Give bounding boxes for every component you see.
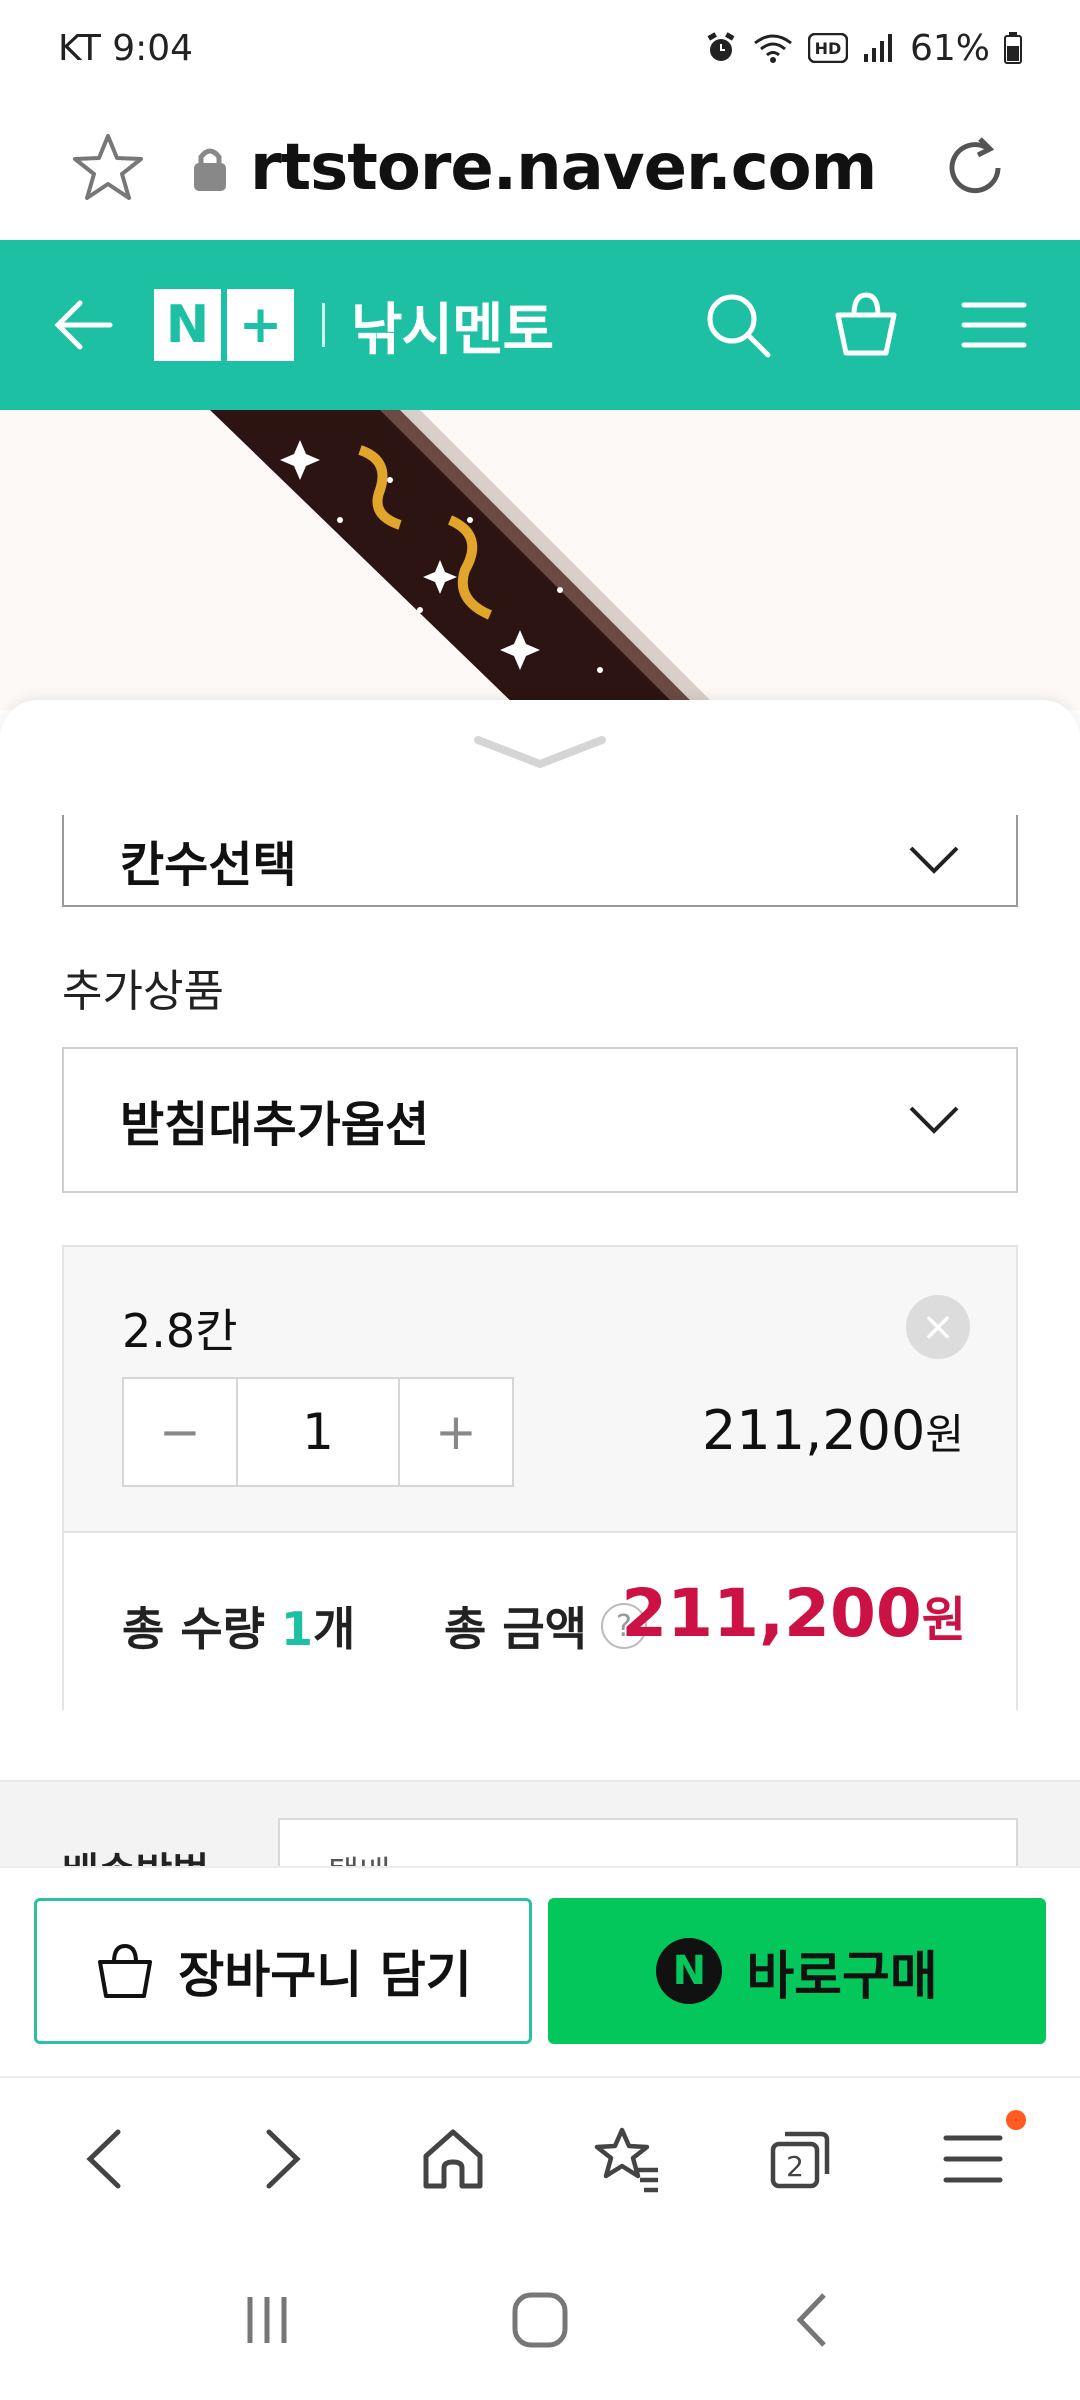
total-amount-label: 총 금액: [444, 1602, 587, 1656]
remove-option-button[interactable]: ×: [906, 1295, 970, 1359]
hamburger-menu-icon: [943, 2135, 1003, 2183]
tabs-icon: 2: [770, 2131, 830, 2189]
addon-section-label: 추가상품: [62, 966, 224, 1017]
quantity-input[interactable]: 1: [238, 1379, 400, 1485]
selected-option-row: 2.8칸 × − 1 + 211,200원: [64, 1247, 1016, 1533]
purchase-action-bar: 장바구니 담기 N 바로구매: [0, 1866, 1080, 2078]
status-bar: KT 9:04 HD 61%: [0, 0, 1080, 96]
search-icon[interactable]: [702, 289, 774, 361]
back-arrow-icon[interactable]: [50, 293, 114, 357]
logo-plus: +: [227, 289, 294, 361]
quantity-increase-button[interactable]: +: [400, 1379, 512, 1485]
buy-now-label: 바로구매: [746, 1946, 938, 2007]
chevron-right-icon: [266, 2129, 301, 2189]
total-amount: 211,200원: [621, 1575, 966, 1652]
shopping-bag-icon: [98, 1943, 153, 1998]
browser-menu-button[interactable]: [928, 2110, 1027, 2204]
total-quantity: 총 수량 1개: [122, 1593, 355, 1659]
totals-row: 총 수량 1개 총 금액 ? 211,200원: [64, 1533, 1016, 1710]
svg-text:2: 2: [786, 2150, 804, 2183]
sheet-collapse-chevron-icon[interactable]: [470, 730, 610, 774]
reload-icon[interactable]: [940, 133, 1010, 203]
menu-icon[interactable]: [958, 289, 1030, 361]
option-price-value: 211,200: [702, 1399, 926, 1462]
notification-dot: [1006, 2110, 1027, 2130]
option-select-label: 칸수선택: [120, 837, 297, 893]
fishing-rod-image: [210, 410, 720, 710]
chevron-down-icon: [909, 1106, 959, 1134]
quantity-decrease-button[interactable]: −: [124, 1379, 238, 1485]
total-amount-label-group: 총 금액 ?: [444, 1593, 647, 1659]
logo-n: N: [154, 289, 221, 361]
store-header: N + 낚시멘토: [0, 240, 1080, 410]
cart-bag-icon[interactable]: [830, 289, 902, 361]
add-to-cart-label: 장바구니 담기: [178, 1946, 472, 2004]
header-divider: [322, 303, 325, 347]
chevron-down-icon: [909, 846, 959, 874]
shipping-method-select[interactable]: 택배: [278, 1818, 1018, 1870]
browser-back-button[interactable]: [62, 2114, 152, 2204]
total-quantity-label: 총 수량: [122, 1602, 265, 1656]
add-to-cart-button[interactable]: 장바구니 담기: [34, 1898, 532, 2044]
alarm-icon: [707, 32, 735, 61]
total-amount-value: 211,200: [621, 1575, 922, 1652]
browser-toolbar: 2: [0, 2078, 1080, 2240]
browser-bookmarks-button[interactable]: [582, 2114, 672, 2204]
browser-forward-button[interactable]: [235, 2114, 325, 2204]
total-quantity-value: 1: [281, 1602, 314, 1656]
option-price-unit: 원: [925, 1410, 964, 1459]
purchase-option-sheet: 칸수선택 추가상품 받침대추가옵션 2.8칸 × − 1 + 211,200원 …: [0, 700, 1080, 1870]
quantity-stepper: − 1 +: [122, 1377, 514, 1487]
bookmark-star-icon[interactable]: [70, 130, 146, 206]
option-select-dropdown[interactable]: 칸수선택: [62, 815, 1018, 907]
carrier-time: KT 9:04: [58, 27, 194, 69]
product-image: [0, 410, 1080, 710]
selected-option-card: 2.8칸 × − 1 + 211,200원 총 수량 1개 총 금액 ? 211…: [62, 1245, 1018, 1710]
system-back-icon[interactable]: [778, 2285, 848, 2355]
wifi-icon: [754, 34, 792, 63]
addon-select-label: 받침대추가옵션: [120, 1097, 430, 1153]
naver-plus-logo[interactable]: N +: [154, 289, 300, 361]
url-text[interactable]: rtstore.naver.com: [250, 131, 877, 205]
svg-text:HD: HD: [815, 39, 842, 58]
signal-icon: [863, 34, 892, 62]
selected-option-name: 2.8칸: [122, 1304, 238, 1358]
home-icon: [423, 2129, 483, 2189]
battery-percent: 61%: [909, 27, 990, 69]
lock-icon: [194, 148, 226, 191]
option-price: 211,200원: [702, 1399, 964, 1462]
bookmarks-star-list-icon: [594, 2127, 658, 2193]
browser-url-bar[interactable]: rtstore.naver.com: [0, 96, 1080, 240]
battery-icon: [1004, 32, 1022, 64]
header-actions: [702, 289, 1030, 361]
browser-tabs-button[interactable]: 2: [755, 2114, 845, 2204]
store-name[interactable]: 낚시멘토: [351, 285, 554, 366]
system-home-icon[interactable]: [505, 2285, 575, 2355]
browser-home-button[interactable]: [408, 2114, 498, 2204]
addon-select-dropdown[interactable]: 받침대추가옵션: [62, 1047, 1018, 1193]
total-quantity-unit: 개: [313, 1602, 356, 1656]
status-icons: HD 61%: [704, 28, 1022, 69]
hd-voice-icon: HD: [807, 33, 848, 63]
recent-apps-icon[interactable]: [232, 2285, 302, 2355]
chevron-left-icon: [86, 2129, 121, 2189]
naver-pay-n-icon: N: [656, 1938, 723, 2004]
system-navigation-bar: [0, 2240, 1080, 2400]
buy-now-button[interactable]: N 바로구매: [548, 1898, 1046, 2044]
total-amount-unit: 원: [921, 1592, 966, 1648]
